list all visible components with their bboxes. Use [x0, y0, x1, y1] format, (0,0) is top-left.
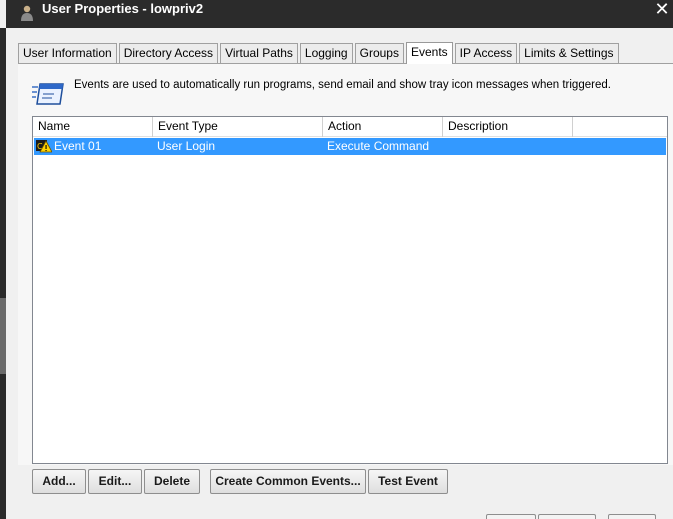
- events-list[interactable]: Name Event Type Action Description C Eve…: [32, 116, 668, 464]
- add-button[interactable]: Add...: [32, 469, 86, 494]
- events-description-text: Events are used to automatically run pro…: [74, 79, 611, 91]
- delete-button[interactable]: Delete: [144, 469, 200, 494]
- event-warning-icon: C: [36, 140, 52, 153]
- cell-action: Execute Command: [327, 139, 430, 153]
- test-event-button[interactable]: Test Event: [368, 469, 448, 494]
- column-header-name[interactable]: Name: [33, 117, 153, 137]
- tab-user-information[interactable]: User Information: [18, 43, 117, 63]
- cell-description: [443, 138, 573, 155]
- dialog-button-partial[interactable]: [538, 514, 596, 519]
- dialog-button-partial[interactable]: [486, 514, 536, 519]
- events-list-header: Name Event Type Action Description: [33, 117, 667, 137]
- dialog-button-partial[interactable]: [608, 514, 656, 519]
- tab-directory-access[interactable]: Directory Access: [118, 43, 219, 63]
- column-header-action[interactable]: Action: [323, 117, 443, 137]
- create-common-events-button[interactable]: Create Common Events...: [210, 469, 366, 494]
- titlebar[interactable]: User Properties - lowpriv2 ✕: [6, 0, 673, 28]
- column-header-event-type[interactable]: Event Type: [153, 117, 323, 137]
- tab-ip-access[interactable]: IP Access: [454, 43, 518, 63]
- cell-event-type: User Login: [157, 139, 216, 153]
- tab-groups[interactable]: Groups: [354, 43, 404, 63]
- tab-events[interactable]: Events: [405, 42, 453, 64]
- tab-limits-settings[interactable]: Limits & Settings: [519, 43, 619, 63]
- events-info-icon: [32, 83, 64, 105]
- tab-strip: User Information Directory Access Virtua…: [18, 42, 621, 64]
- tab-logging[interactable]: Logging: [299, 43, 353, 63]
- table-row[interactable]: C Event 01 User Login Execute Command: [34, 138, 666, 155]
- close-button[interactable]: ✕: [651, 0, 673, 20]
- tab-virtual-paths[interactable]: Virtual Paths: [220, 43, 298, 63]
- user-properties-dialog: User Properties - lowpriv2 ✕ User Inform…: [6, 0, 673, 519]
- window-title: User Properties - lowpriv2: [42, 1, 204, 16]
- user-icon: [21, 5, 33, 21]
- column-header-description[interactable]: Description: [443, 117, 573, 137]
- cell-name: C Event 01: [34, 138, 153, 155]
- edit-button[interactable]: Edit...: [88, 469, 142, 494]
- event-name: Event 01: [54, 139, 102, 153]
